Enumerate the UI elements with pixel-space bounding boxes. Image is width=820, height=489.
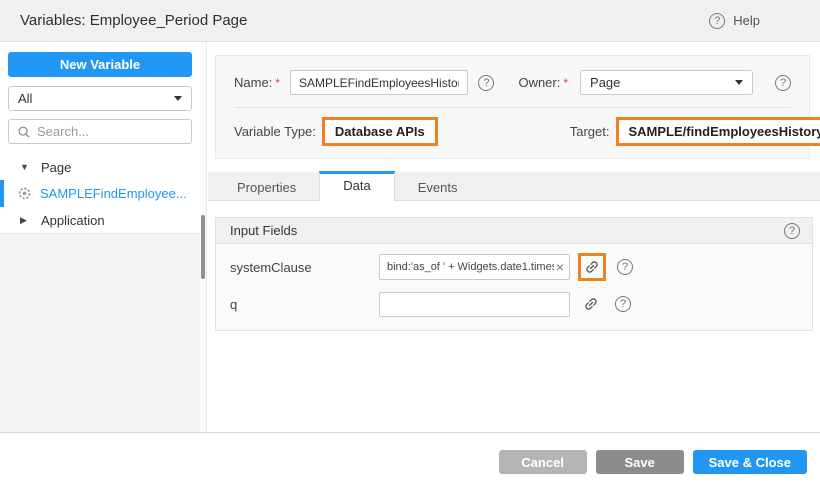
owner-label: Owner: bbox=[518, 75, 560, 90]
save-button[interactable]: Save bbox=[596, 450, 684, 474]
tree-item-variable-selected[interactable]: SAMPLEFindEmployee... bbox=[0, 180, 200, 207]
systemclause-bind-expression: bind:'as_of ' + Widgets.date1.timestam bbox=[387, 261, 554, 273]
input-fields-title: Input Fields bbox=[230, 223, 297, 238]
variables-tree: ▼ Page SAMPLEFindEmployee... ▶ Applicati… bbox=[0, 154, 200, 233]
help-icon[interactable]: ? bbox=[709, 13, 725, 29]
name-owner-row: Name: * ? Owner: * Page ? bbox=[216, 56, 809, 107]
chevron-down-icon bbox=[735, 80, 743, 85]
sidebar-scrollbar-track[interactable] bbox=[200, 42, 207, 432]
tree-group-page[interactable]: ▼ Page bbox=[0, 154, 200, 180]
tab-properties[interactable]: Properties bbox=[214, 171, 319, 200]
tree-group-page-label: Page bbox=[41, 160, 71, 175]
tree-item-variable-label: SAMPLEFindEmployee... bbox=[40, 186, 187, 201]
save-and-close-button[interactable]: Save & Close bbox=[693, 450, 807, 474]
q-bind-button[interactable] bbox=[578, 290, 604, 318]
target-highlight: SAMPLE/findEmployeesHistory bbox=[616, 117, 820, 146]
sidebar-scrollbar-thumb[interactable] bbox=[201, 215, 205, 279]
tree-collapsed-icon[interactable]: ▶ bbox=[20, 215, 30, 226]
systemclause-value-box[interactable]: bind:'as_of ' + Widgets.date1.timestam × bbox=[379, 254, 570, 280]
variable-detail-pane: Name: * ? Owner: * Page ? Variable Type:… bbox=[208, 42, 820, 432]
field-label-systemclause: systemClause bbox=[230, 260, 379, 275]
chevron-down-icon bbox=[174, 96, 182, 101]
sidebar-empty-area bbox=[0, 233, 200, 432]
target-label: Target: bbox=[570, 124, 610, 139]
field-label-q: q bbox=[230, 297, 379, 312]
variables-dialog: Variables: Employee_Period Page ? Help N… bbox=[0, 0, 820, 489]
clear-binding-icon[interactable]: × bbox=[556, 260, 564, 274]
systemclause-help-icon[interactable]: ? bbox=[617, 259, 633, 275]
new-variable-button[interactable]: New Variable bbox=[8, 52, 192, 77]
filter-select[interactable]: All bbox=[8, 86, 192, 111]
variable-type-label: Variable Type: bbox=[234, 124, 316, 139]
link-icon bbox=[581, 256, 604, 279]
dialog-footer: Cancel Save Save & Close bbox=[0, 432, 820, 489]
search-box bbox=[8, 119, 192, 144]
name-help-icon[interactable]: ? bbox=[478, 75, 494, 91]
link-icon bbox=[580, 293, 603, 316]
dialog-header: Variables: Employee_Period Page ? Help bbox=[0, 0, 820, 42]
detail-tabbar: Properties Data Events bbox=[208, 172, 820, 201]
tab-data[interactable]: Data bbox=[319, 171, 394, 201]
input-fields-help-icon[interactable]: ? bbox=[784, 223, 800, 239]
search-input[interactable] bbox=[37, 124, 183, 139]
owner-select[interactable]: Page bbox=[580, 70, 753, 95]
help-button[interactable]: ? Help bbox=[709, 13, 820, 29]
tree-expanded-icon[interactable]: ▼ bbox=[20, 162, 30, 172]
input-field-row-q: q ? bbox=[230, 290, 798, 318]
input-field-row-systemclause: systemClause bind:'as_of ' + Widgets.dat… bbox=[230, 253, 798, 281]
page-title: Variables: Employee_Period Page bbox=[0, 12, 247, 29]
variable-summary-panel: Name: * ? Owner: * Page ? Variable Type:… bbox=[215, 55, 810, 159]
footer-buttons: Cancel Save Save & Close bbox=[499, 450, 807, 474]
tree-group-application[interactable]: ▶ Application bbox=[0, 207, 200, 233]
tab-events[interactable]: Events bbox=[395, 171, 481, 200]
systemclause-bind-button[interactable] bbox=[578, 253, 606, 281]
name-input[interactable] bbox=[290, 70, 468, 95]
q-help-icon[interactable]: ? bbox=[615, 296, 631, 312]
tree-group-application-label: Application bbox=[41, 213, 105, 228]
name-label: Name: bbox=[234, 75, 272, 90]
input-fields-panel: Input Fields ? systemClause bind:'as_of … bbox=[215, 217, 813, 331]
help-label: Help bbox=[733, 13, 760, 28]
owner-required-marker: * bbox=[563, 76, 568, 90]
filter-select-value: All bbox=[18, 91, 32, 106]
name-required-marker: * bbox=[275, 76, 280, 90]
cancel-button[interactable]: Cancel bbox=[499, 450, 587, 474]
variable-type-highlight: Database APIs bbox=[322, 117, 438, 146]
type-target-row: Variable Type: Database APIs Target: SAM… bbox=[216, 108, 809, 155]
variables-sidebar: New Variable All ▼ Page SAMPLEFindEmploy… bbox=[0, 42, 200, 432]
search-icon bbox=[17, 125, 31, 139]
owner-help-icon[interactable]: ? bbox=[775, 75, 791, 91]
input-fields-header: Input Fields ? bbox=[216, 218, 812, 244]
variable-gear-icon bbox=[17, 186, 32, 201]
q-input[interactable] bbox=[379, 292, 570, 317]
owner-select-value: Page bbox=[590, 75, 620, 90]
